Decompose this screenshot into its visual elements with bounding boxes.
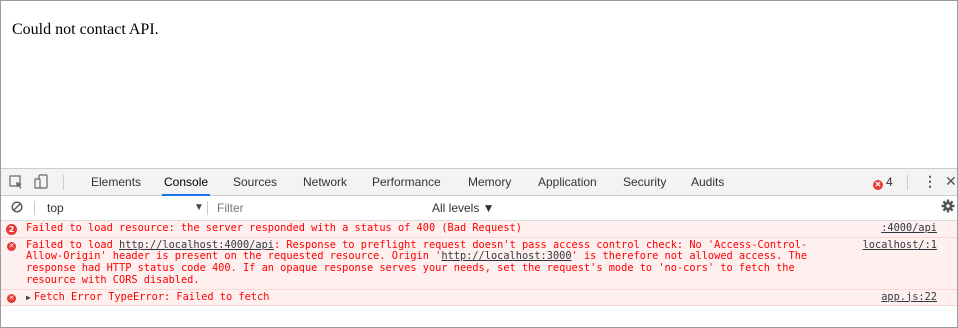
tab-security[interactable]: Security (623, 169, 666, 195)
context-selector[interactable]: top (47, 200, 64, 216)
tab-application[interactable]: Application (538, 169, 597, 195)
tabbar-separator (907, 175, 908, 190)
devtools-panel: Elements Console Sources Network Perform… (1, 168, 957, 327)
console-error-message: 2 Failed to load resource: the server re… (1, 221, 957, 238)
source-link[interactable]: app.js:22 (881, 291, 937, 304)
error-count-badge[interactable]: ✕ 4 (873, 175, 893, 190)
message-text: Failed to load resource: the server resp… (26, 222, 522, 234)
message-text: Failed to load (26, 238, 119, 251)
expand-triangle-icon[interactable]: ▶ (26, 292, 31, 304)
log-levels-dropdown[interactable]: All levels ▼ (432, 200, 495, 216)
devtools-tabbar: Elements Console Sources Network Perform… (1, 169, 957, 196)
tab-console[interactable]: Console (161, 169, 211, 196)
tab-sources[interactable]: Sources (233, 169, 277, 195)
error-icon: ✕ (873, 180, 883, 190)
tab-network[interactable]: Network (303, 169, 347, 195)
page-content: Could not contact API. (1, 1, 957, 168)
console-filter-bar: top ▼ All levels ▼ (1, 196, 957, 221)
tab-memory[interactable]: Memory (468, 169, 511, 195)
tab-audits[interactable]: Audits (691, 169, 724, 195)
filterbar-separator (34, 201, 35, 215)
device-toolbar-icon[interactable] (33, 173, 51, 191)
browser-viewport: Could not contact API. Elements Console … (0, 0, 958, 328)
error-count: 4 (886, 175, 893, 189)
source-link[interactable]: localhost/:1 (863, 239, 937, 252)
filterbar-separator (207, 201, 208, 215)
clear-console-icon[interactable] (11, 201, 23, 213)
chevron-down-icon[interactable]: ▼ (194, 200, 204, 216)
message-text: Fetch Error TypeError: Failed to fetch (33, 290, 270, 303)
more-options-icon[interactable]: ⋮ (923, 173, 937, 189)
console-filter-input[interactable] (214, 199, 420, 216)
tabbar-separator (63, 175, 64, 190)
source-link[interactable]: :4000/api (881, 222, 937, 235)
error-icon: ✕ (7, 293, 16, 303)
error-icon: ✕ (7, 241, 16, 251)
message-url-link[interactable]: http://localhost:4000/api (119, 239, 274, 251)
page-body-text: Could not contact API. (12, 21, 159, 38)
gear-icon[interactable] (941, 199, 955, 213)
console-error-message: ✕ Failed to load http://localhost:4000/a… (1, 237, 957, 290)
error-count-icon: 2 (6, 224, 17, 235)
console-messages: 2 Failed to load resource: the server re… (1, 221, 957, 327)
inspect-element-icon[interactable] (7, 173, 25, 191)
close-devtools-icon[interactable]: ✕ (945, 173, 957, 189)
message-url-link[interactable]: http://localhost:3000 (441, 250, 571, 263)
tab-performance[interactable]: Performance (372, 169, 441, 195)
console-error-message: ✕ ▶ Fetch Error TypeError: Failed to fetc… (1, 289, 957, 307)
tab-elements[interactable]: Elements (91, 169, 141, 195)
